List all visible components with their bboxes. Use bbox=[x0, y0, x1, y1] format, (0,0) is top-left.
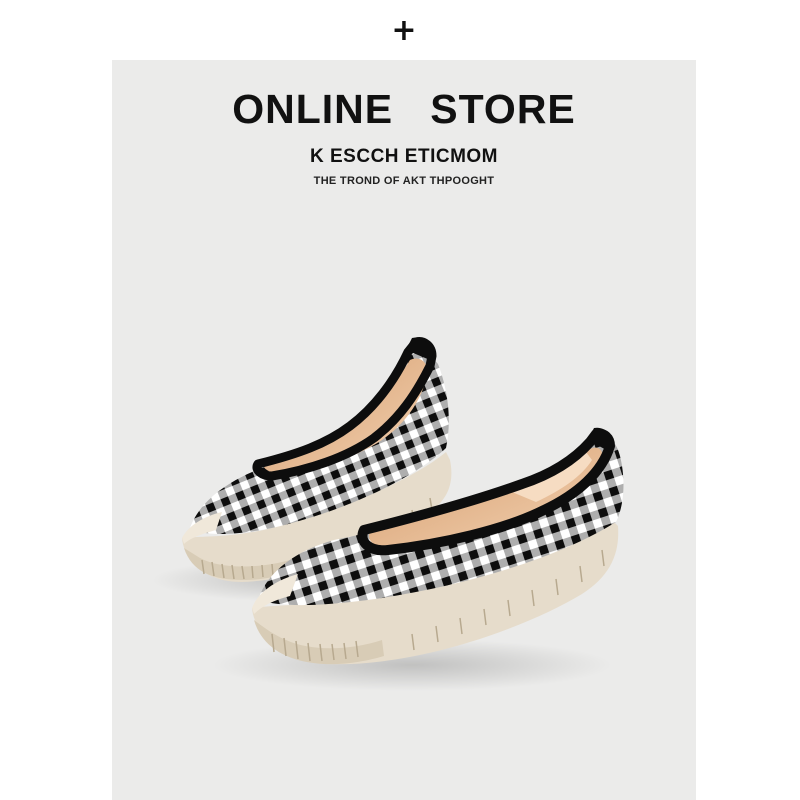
product-banner: ONLINE STORE K ESCCH ETICMOM THE TROND O… bbox=[112, 60, 696, 800]
plus-icon: + bbox=[391, 13, 417, 48]
product-image bbox=[152, 337, 624, 691]
